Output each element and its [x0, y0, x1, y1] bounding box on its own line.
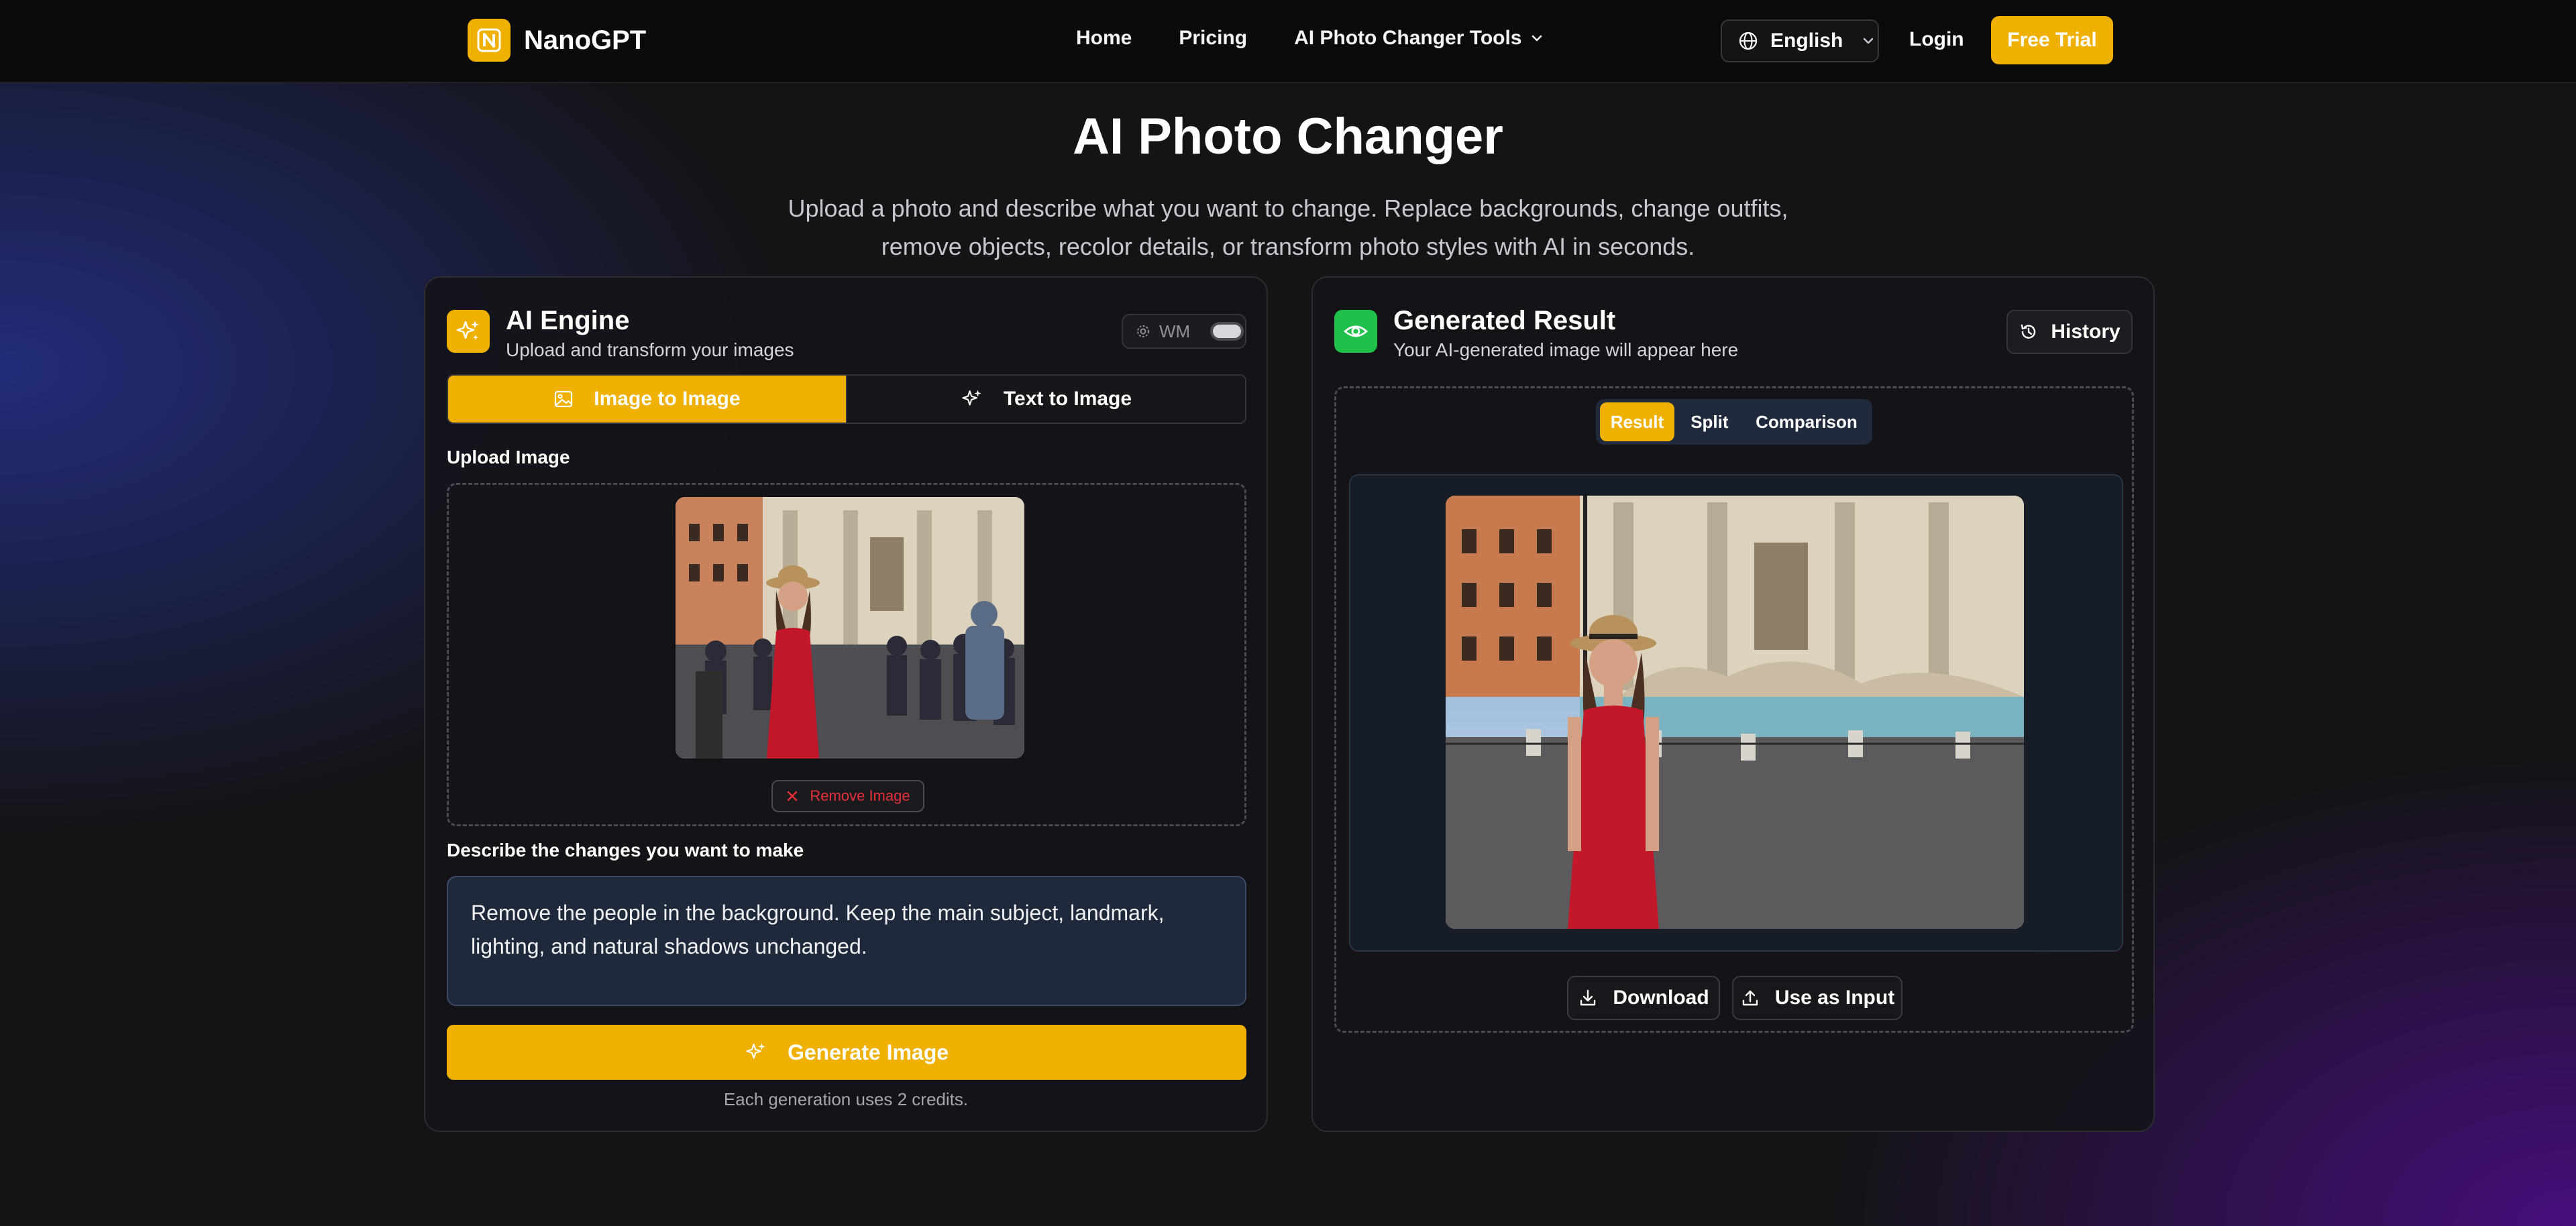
- brand-logo-icon: [468, 19, 511, 62]
- language-selector[interactable]: English: [1721, 19, 1879, 62]
- tab-comparison[interactable]: Comparison: [1745, 402, 1868, 441]
- close-icon: [788, 791, 798, 801]
- nav-link-tools[interactable]: AI Photo Changer Tools: [1294, 27, 1543, 50]
- watermark-toggle[interactable]: WM: [1122, 314, 1246, 349]
- generate-image-button[interactable]: Generate Image: [447, 1025, 1246, 1080]
- download-label: Download: [1613, 987, 1709, 1009]
- use-as-input-button[interactable]: Use as Input: [1732, 976, 1902, 1020]
- upload-icon: [1742, 990, 1758, 1006]
- chevron-down-icon: [1864, 38, 1874, 44]
- free-trial-button[interactable]: Free Trial: [1991, 16, 2113, 64]
- nav-link-pricing[interactable]: Pricing: [1179, 27, 1247, 50]
- nav-link-tools-label: AI Photo Changer Tools: [1294, 27, 1522, 49]
- result-image-frame: [1349, 474, 2123, 952]
- panel-title: AI Engine: [506, 306, 630, 335]
- settings-icon: [1137, 325, 1149, 337]
- page-subtitle-line-2: remove objects, recolor details, or tran…: [881, 233, 1695, 260]
- tab-image-to-image-label: Image to Image: [594, 388, 741, 410]
- generated-result-panel: Generated Result Your AI-generated image…: [1311, 276, 2155, 1132]
- watermark-switch[interactable]: [1210, 322, 1244, 341]
- mode-tabs: Image to Image Text to Image: [447, 374, 1246, 424]
- history-button[interactable]: History: [2006, 310, 2133, 354]
- eye-icon: [1334, 310, 1377, 353]
- generate-image-label: Generate Image: [787, 1040, 949, 1064]
- remove-image-button[interactable]: Remove Image: [771, 780, 924, 812]
- credits-note: Each generation uses 2 credits.: [723, 1089, 969, 1109]
- panel-subtitle: Your AI-generated image will appear here: [1393, 339, 1739, 360]
- sparkles-icon: [962, 390, 981, 406]
- use-as-input-label: Use as Input: [1774, 987, 1895, 1009]
- panel-title: Generated Result: [1393, 306, 1616, 335]
- tab-result[interactable]: Result: [1600, 402, 1674, 441]
- globe-icon: [1739, 32, 1758, 50]
- remove-image-label: Remove Image: [810, 787, 910, 804]
- upload-image-label: Upload Image: [447, 447, 570, 467]
- image-dropzone[interactable]: Remove Image: [447, 483, 1246, 826]
- tab-text-to-image[interactable]: Text to Image: [846, 376, 1245, 423]
- result-area: Result Split Comparison Download Use as …: [1334, 386, 2134, 1033]
- tab-text-to-image-label: Text to Image: [1003, 388, 1132, 410]
- sparkles-icon: [746, 1043, 765, 1059]
- prompt-label: Describe the changes you want to make: [447, 840, 804, 860]
- download-icon: [1580, 989, 1596, 1006]
- tab-split[interactable]: Split: [1674, 402, 1745, 441]
- prompt-textarea[interactable]: Remove the people in the background. Kee…: [447, 876, 1246, 1006]
- brand-name: NanoGPT: [524, 25, 647, 55]
- brand-logo[interactable]: NanoGPT: [468, 19, 646, 62]
- image-icon: [555, 390, 573, 408]
- history-icon: [2021, 324, 2036, 339]
- nav-links: Home Pricing AI Photo Changer Tools: [1076, 27, 1544, 50]
- history-label: History: [2051, 321, 2121, 343]
- watermark-label: WM: [1159, 321, 1191, 341]
- top-navbar: NanoGPT Home Pricing AI Photo Changer To…: [0, 0, 2576, 83]
- tab-image-to-image[interactable]: Image to Image: [448, 376, 846, 423]
- sparkles-icon: [447, 310, 490, 353]
- panel-subtitle: Upload and transform your images: [506, 339, 794, 360]
- page-title: AI Photo Changer: [1073, 108, 1503, 165]
- view-mode-tabs: Result Split Comparison: [1596, 399, 1872, 445]
- nav-link-home[interactable]: Home: [1076, 27, 1132, 50]
- download-button[interactable]: Download: [1567, 976, 1720, 1020]
- login-link[interactable]: Login: [1909, 28, 1964, 51]
- page-subtitle-line-1: Upload a photo and describe what you wan…: [788, 194, 1788, 222]
- page-subtitle: Upload a photo and describe what you wan…: [751, 189, 1825, 266]
- language-label: English: [1770, 30, 1843, 52]
- ai-engine-panel: AI Engine Upload and transform your imag…: [424, 276, 1268, 1132]
- chevron-down-icon: [1532, 35, 1542, 42]
- uploaded-image: [676, 497, 1024, 759]
- generated-image: [1446, 496, 2024, 929]
